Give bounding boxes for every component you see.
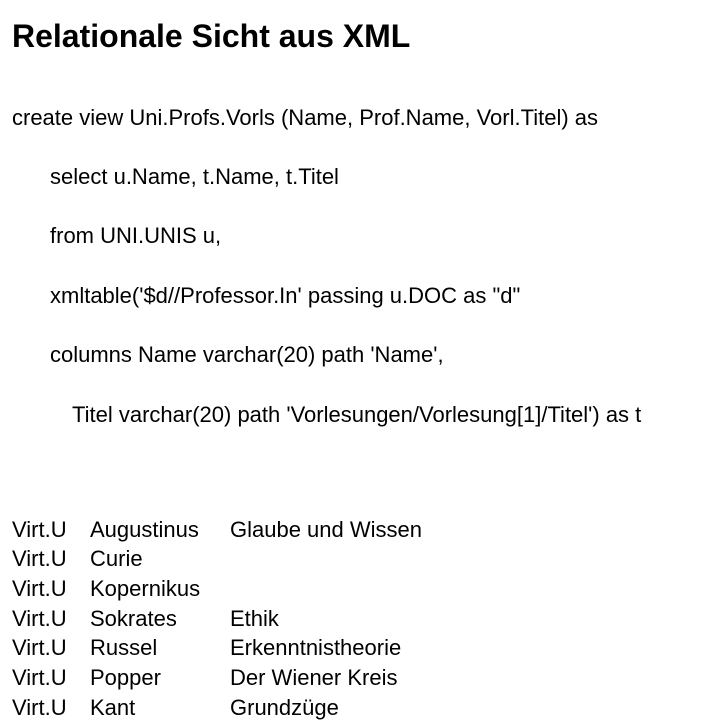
cell-titel [230,574,708,604]
cell-titel: Ethik [230,604,708,634]
code-line: create view Uni.Profs.Vorls (Name, Prof.… [12,103,708,133]
cell-prof: Sokrates [90,604,230,634]
cell-uni: Virt.U [12,544,90,574]
cell-titel: Grundzüge [230,693,708,722]
cell-uni: Virt.U [12,693,90,722]
cell-uni: Virt.U [12,663,90,693]
cell-titel [230,544,708,574]
code-line: Titel varchar(20) path 'Vorlesungen/Vorl… [12,400,708,430]
cell-uni: Virt.U [12,574,90,604]
cell-uni: Virt.U [12,604,90,634]
cell-prof: Kopernikus [90,574,230,604]
cell-prof: Popper [90,663,230,693]
table-row: Virt.U Sokrates Ethik [12,604,708,634]
cell-prof: Curie [90,544,230,574]
cell-prof: Russel [90,633,230,663]
table-row: Virt.U Russel Erkenntnistheorie [12,633,708,663]
cell-prof: Kant [90,693,230,722]
slide: Relationale Sicht aus XML create view Un… [0,0,720,722]
code-line: select u.Name, t.Name, t.Titel [12,162,708,192]
cell-titel: Erkenntnistheorie [230,633,708,663]
table-row: Virt.U Curie [12,544,708,574]
table-row: Virt.U Popper Der Wiener Kreis [12,663,708,693]
cell-titel: Der Wiener Kreis [230,663,708,693]
code-line: columns Name varchar(20) path 'Name', [12,340,708,370]
table-row: Virt.U Kopernikus [12,574,708,604]
sql-code-block: create view Uni.Profs.Vorls (Name, Prof.… [12,73,708,489]
page-title: Relationale Sicht aus XML [12,18,708,55]
code-line: xmltable('$d//Professor.In' passing u.DO… [12,281,708,311]
cell-uni: Virt.U [12,633,90,663]
table-row: Virt.U Kant Grundzüge [12,693,708,722]
result-table: Virt.U Augustinus Glaube und Wissen Virt… [12,515,708,722]
code-line: from UNI.UNIS u, [12,221,708,251]
